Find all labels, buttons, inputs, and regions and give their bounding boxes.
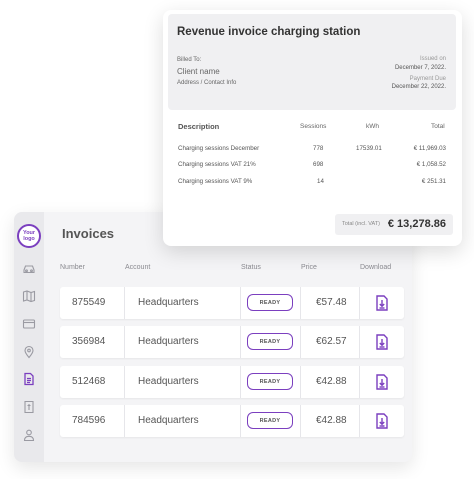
payment-due-date: December 22, 2022. [391, 84, 446, 90]
table-row[interactable]: 875549 Headquarters READY €57.48 [60, 287, 404, 319]
column-header-price: Price [301, 264, 317, 271]
location-pin-icon[interactable] [22, 345, 36, 359]
line-sessions: 778 [313, 145, 324, 152]
invoice-title: Revenue invoice charging station [177, 26, 361, 38]
invoice-header: Revenue invoice charging station Billed … [168, 14, 456, 110]
price: €62.57 [316, 336, 347, 347]
status-badge: READY [247, 412, 293, 429]
column-divider [124, 287, 125, 319]
line-description: Charging sessions VAT 21% [178, 161, 256, 168]
page-title: Invoices [62, 226, 115, 241]
column-divider [240, 287, 241, 319]
column-divider [124, 326, 125, 358]
map-icon[interactable] [22, 289, 36, 303]
status-badge: READY [247, 373, 293, 390]
column-divider [300, 326, 301, 358]
column-divider [240, 405, 241, 437]
status-badge: READY [247, 294, 293, 311]
table-row[interactable]: 512468 Headquarters READY €42.88 [60, 366, 404, 398]
column-header-total: Total [431, 123, 445, 130]
account-name: Headquarters [138, 415, 199, 426]
column-header-download: Download [360, 264, 392, 271]
status-badge: READY [247, 333, 293, 350]
price: €42.88 [316, 415, 347, 426]
client-contact: Address / Contact Info [177, 80, 237, 86]
column-divider [359, 366, 360, 398]
table-row[interactable]: 784596 Headquarters READY €42.88 [60, 405, 404, 437]
download-icon[interactable] [376, 374, 388, 390]
column-header-kwh: kWh [366, 123, 379, 130]
column-header-description: Description [178, 122, 220, 131]
column-header-account: Account [125, 264, 151, 271]
account-name: Headquarters [138, 336, 199, 347]
line-total: € 251.31 [421, 178, 446, 185]
total-value: € 13,278.86 [387, 218, 446, 230]
car-icon[interactable] [22, 261, 36, 275]
column-divider [300, 405, 301, 437]
line-sessions: 698 [313, 161, 324, 168]
column-header-number: Number [60, 264, 85, 271]
issued-date: December 7, 2022. [394, 65, 446, 71]
column-divider [359, 287, 360, 319]
column-divider [300, 366, 301, 398]
column-divider [300, 287, 301, 319]
line-description: Charging sessions December [178, 145, 260, 152]
sidebar: Your logo [14, 212, 44, 462]
issued-label: Issued on [419, 56, 446, 62]
company-logo: Your logo [17, 224, 41, 248]
line-total: € 1,058.52 [416, 161, 446, 168]
line-kwh: 17539.01 [356, 145, 382, 152]
client-name: Client name [177, 67, 220, 76]
card-icon[interactable] [22, 317, 36, 331]
account-name: Headquarters [138, 376, 199, 387]
table-row[interactable]: 356984 Headquarters READY €62.57 [60, 326, 404, 358]
total-label: Total (incl. VAT) [342, 221, 380, 227]
price: €42.88 [316, 376, 347, 387]
column-divider [124, 366, 125, 398]
invoice-number: 875549 [72, 297, 106, 308]
download-icon[interactable] [376, 413, 388, 429]
invoice-number: 356984 [72, 336, 106, 347]
invoice-number: 512468 [72, 376, 106, 387]
invoice-number: 784596 [72, 415, 106, 426]
line-description: Charging sessions VAT 9% [178, 178, 253, 185]
download-icon[interactable] [376, 334, 388, 350]
line-total: € 11,969.03 [413, 145, 446, 152]
total-box: Total (incl. VAT) € 13,278.86 [335, 214, 453, 235]
column-divider [359, 405, 360, 437]
download-icon[interactable] [376, 295, 388, 311]
column-header-status: Status [241, 264, 261, 271]
column-divider [240, 326, 241, 358]
account-name: Headquarters [138, 297, 199, 308]
column-divider [240, 366, 241, 398]
column-divider [359, 326, 360, 358]
document-icon[interactable] [22, 372, 36, 386]
invoice-card: Revenue invoice charging station Billed … [163, 10, 462, 246]
column-header-sessions: Sessions [300, 123, 327, 130]
payment-due-label: Payment Due [409, 76, 446, 82]
column-divider [124, 405, 125, 437]
billed-to-label: Billed To: [177, 57, 202, 63]
invoices-panel: Your logo Invoices Number Account Status… [14, 212, 412, 462]
line-sessions: 14 [317, 178, 324, 185]
receipt-icon[interactable] [22, 400, 36, 414]
price: €57.48 [316, 297, 347, 308]
user-icon[interactable] [22, 428, 36, 442]
